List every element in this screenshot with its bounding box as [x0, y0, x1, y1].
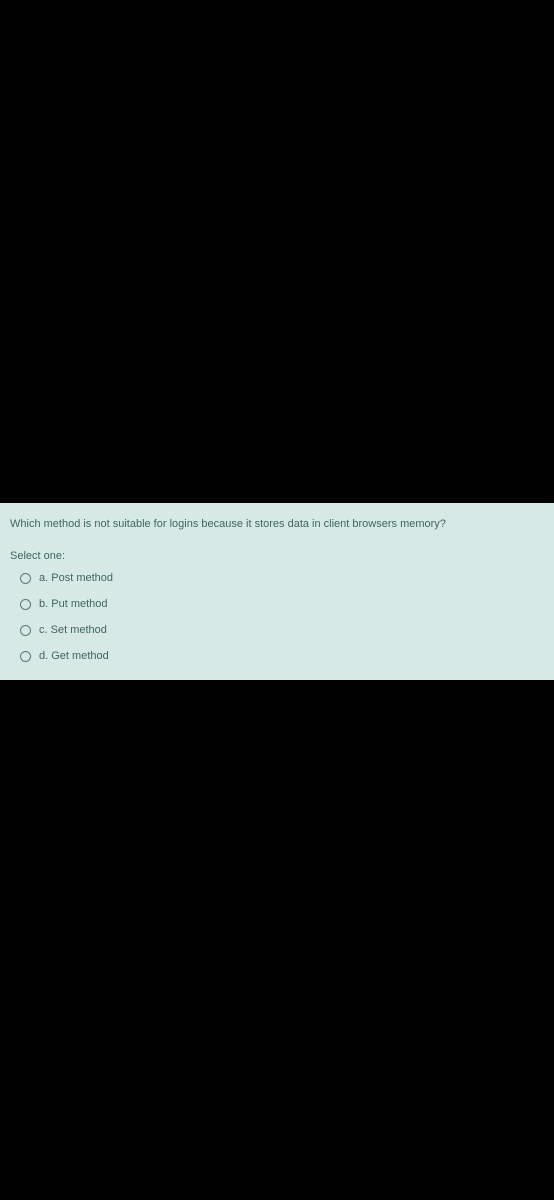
radio-icon[interactable]: [20, 599, 31, 610]
radio-icon[interactable]: [20, 651, 31, 662]
option-a[interactable]: a. Post method: [20, 572, 544, 584]
select-label: Select one:: [10, 550, 544, 562]
option-label-c[interactable]: c. Set method: [39, 624, 107, 636]
option-c[interactable]: c. Set method: [20, 624, 544, 636]
option-d[interactable]: d. Get method: [20, 650, 544, 662]
option-label-a[interactable]: a. Post method: [39, 572, 113, 584]
quiz-container: Which method is not suitable for logins …: [0, 503, 554, 680]
option-label-d[interactable]: d. Get method: [39, 650, 109, 662]
question-text: Which method is not suitable for logins …: [10, 517, 544, 532]
radio-icon[interactable]: [20, 573, 31, 584]
option-b[interactable]: b. Put method: [20, 598, 544, 610]
radio-icon[interactable]: [20, 625, 31, 636]
option-label-b[interactable]: b. Put method: [39, 598, 108, 610]
